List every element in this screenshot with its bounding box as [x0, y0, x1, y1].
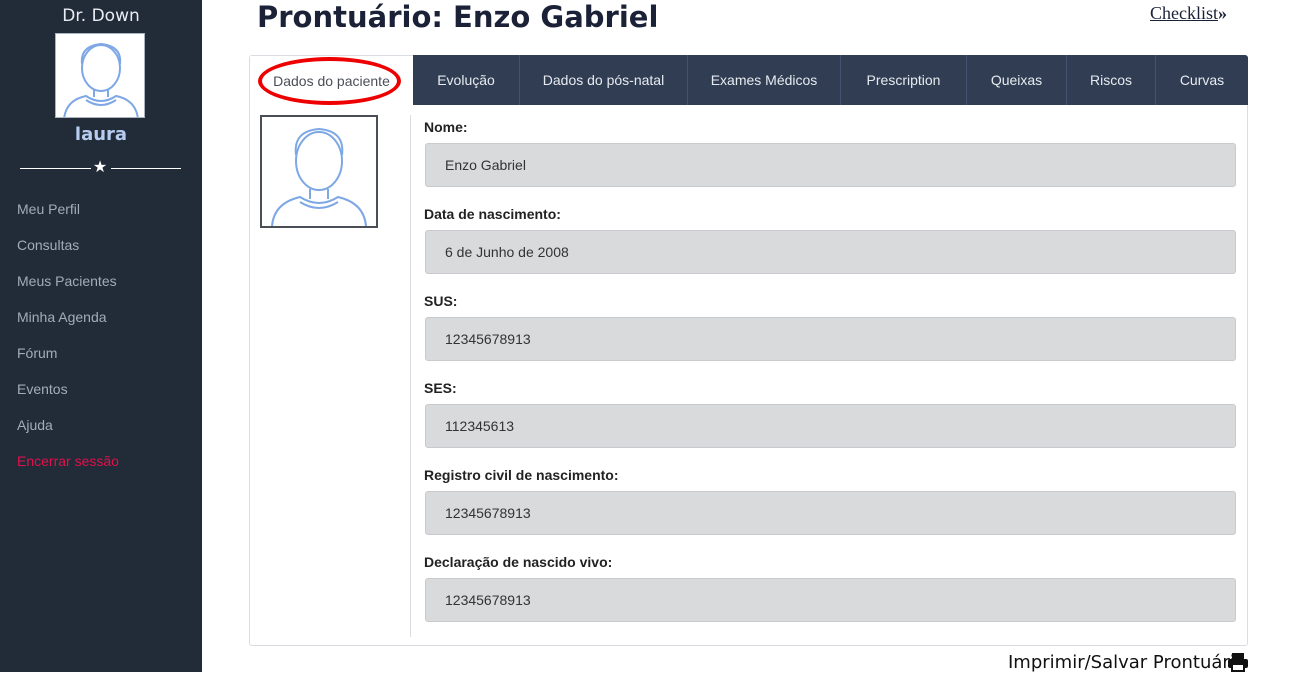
- tab-evolucao[interactable]: Evolução: [413, 55, 519, 105]
- user-avatar[interactable]: [55, 33, 145, 118]
- column-divider: [410, 115, 411, 637]
- checklist-link[interactable]: Checklist»: [1150, 3, 1227, 24]
- patient-photo: [260, 115, 378, 228]
- tab-dados-pos-natal[interactable]: Dados do pós-natal: [520, 55, 687, 105]
- nav-consultas[interactable]: Consultas: [17, 237, 79, 253]
- tab-queixas[interactable]: Queixas: [967, 55, 1066, 105]
- user-avatar-icon: [271, 127, 367, 226]
- brand-name: Dr. Down: [62, 6, 140, 26]
- tab-dados-do-paciente[interactable]: Dados do paciente: [250, 56, 413, 106]
- tab-curvas[interactable]: Curvas: [1156, 55, 1248, 105]
- sidebar: Dr. Down laura ★ Meu Perfil Consultas Me…: [0, 0, 202, 672]
- nav-meus-pacientes[interactable]: Meus Pacientes: [17, 273, 117, 289]
- nav-ajuda[interactable]: Ajuda: [17, 417, 53, 433]
- field-label-registro-civil: Registro civil de nascimento:: [424, 467, 619, 483]
- nav-eventos[interactable]: Eventos: [17, 381, 68, 397]
- tab-riscos[interactable]: Riscos: [1067, 55, 1155, 105]
- field-declaracao-nascido-vivo[interactable]: 12345678913: [425, 578, 1236, 622]
- page-title: Prontuário: Enzo Gabriel: [257, 0, 659, 34]
- nav-forum[interactable]: Fórum: [17, 345, 57, 361]
- field-label-ses: SES:: [424, 380, 457, 396]
- tab-bar: Evolução Dados do pós-natal Exames Médic…: [413, 55, 1248, 105]
- double-chevron-right-icon: »: [1218, 3, 1227, 23]
- field-label-data-nascimento: Data de nascimento:: [424, 206, 561, 222]
- divider-right: [111, 168, 181, 169]
- print-save-link[interactable]: Imprimir/Salvar Prontuário: [1008, 652, 1246, 673]
- user-avatar-icon: [63, 42, 139, 117]
- nav-meu-perfil[interactable]: Meu Perfil: [17, 201, 80, 217]
- username[interactable]: laura: [0, 124, 202, 145]
- field-label-nome: Nome:: [424, 119, 468, 135]
- printer-icon[interactable]: [1227, 652, 1249, 672]
- nav-encerrar-sessao[interactable]: Encerrar sessão: [17, 453, 119, 469]
- star-icon: ★: [92, 159, 108, 176]
- field-sus[interactable]: 12345678913: [425, 317, 1236, 361]
- field-data-nascimento[interactable]: 6 de Junho de 2008: [425, 230, 1236, 274]
- checklist-label: Checklist: [1150, 3, 1218, 23]
- field-nome[interactable]: Enzo Gabriel: [425, 143, 1236, 187]
- field-label-sus: SUS:: [424, 293, 458, 309]
- tab-prescription[interactable]: Prescription: [841, 55, 966, 105]
- field-registro-civil[interactable]: 12345678913: [425, 491, 1236, 535]
- tab-exames-medicos[interactable]: Exames Médicos: [688, 55, 840, 105]
- field-ses[interactable]: 112345613: [425, 404, 1236, 448]
- field-label-declaracao-nascido-vivo: Declaração de nascido vivo:: [424, 554, 613, 570]
- nav-minha-agenda[interactable]: Minha Agenda: [17, 309, 107, 325]
- divider-left: [20, 168, 91, 169]
